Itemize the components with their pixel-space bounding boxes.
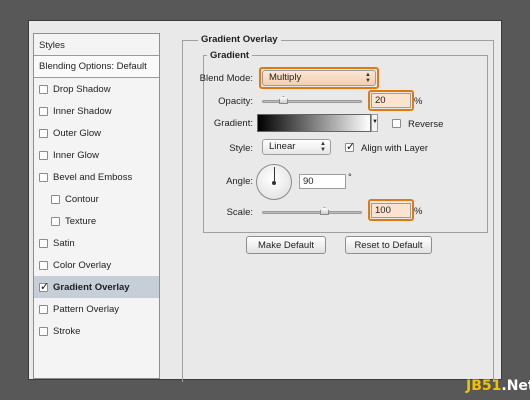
chevron-updown-icon: ▲ ▼ bbox=[320, 141, 326, 153]
style-checkbox[interactable] bbox=[39, 150, 48, 160]
style-item-label: Bevel and Emboss bbox=[53, 171, 133, 183]
chevron-updown-icon: ▲ ▼ bbox=[365, 72, 371, 84]
style-item-label: Outer Glow bbox=[53, 127, 102, 139]
style-item-label: Drop Shadow bbox=[53, 83, 111, 95]
opacity-slider[interactable] bbox=[262, 100, 362, 103]
style-item-label: Contour bbox=[65, 193, 99, 205]
style-item-outer-glow[interactable]: Outer Glow bbox=[34, 122, 159, 144]
styles-title[interactable]: Styles bbox=[34, 34, 159, 56]
opacity-label: Opacity: bbox=[218, 96, 253, 107]
watermark-logo: JB51.Net bbox=[466, 378, 530, 394]
style-item-label: Gradient Overlay bbox=[53, 281, 130, 293]
scale-slider[interactable] bbox=[262, 211, 362, 214]
style-value: Linear bbox=[269, 141, 296, 152]
align-with-layer-label: Align with Layer bbox=[361, 143, 429, 154]
chevron-down-icon[interactable]: ▼ bbox=[371, 114, 378, 132]
reverse-label: Reverse bbox=[408, 119, 444, 130]
style-item-texture[interactable]: Texture bbox=[34, 210, 159, 232]
watermark-prefix: JB51 bbox=[466, 378, 502, 394]
style-checkbox[interactable] bbox=[39, 106, 48, 116]
style-checkbox[interactable] bbox=[39, 84, 48, 94]
gradient-swatch[interactable] bbox=[257, 114, 371, 132]
style-checkbox[interactable] bbox=[39, 260, 48, 270]
style-list: Drop Shadow Inner Shadow Outer Glow Inner G… bbox=[34, 78, 159, 342]
align-with-layer-checkbox[interactable] bbox=[345, 140, 355, 153]
blend-mode-label: Blend Mode: bbox=[199, 73, 253, 84]
blending-options-item[interactable]: Blending Options: Default bbox=[34, 56, 159, 78]
subsection-title: Gradient bbox=[207, 50, 253, 61]
style-checkbox[interactable] bbox=[51, 216, 60, 226]
style-item-satin[interactable]: Satin bbox=[34, 232, 159, 254]
angle-label: Angle: bbox=[226, 176, 253, 187]
style-item-inner-glow[interactable]: Inner Glow bbox=[34, 144, 159, 166]
angle-input[interactable]: 90 bbox=[299, 174, 346, 189]
style-item-label: Texture bbox=[65, 215, 97, 227]
style-checkbox[interactable] bbox=[39, 238, 48, 248]
scale-unit: % bbox=[414, 206, 423, 217]
gradient-label: Gradient: bbox=[213, 118, 253, 129]
style-select[interactable]: Linear ▲ ▼ bbox=[262, 139, 331, 155]
style-item-contour[interactable]: Contour bbox=[34, 188, 159, 210]
style-checkbox[interactable] bbox=[39, 280, 49, 293]
scale-label: Scale: bbox=[226, 207, 253, 218]
style-item-drop-shadow[interactable]: Drop Shadow bbox=[34, 78, 159, 100]
style-label: Style: bbox=[229, 143, 253, 154]
reverse-checkbox[interactable] bbox=[392, 119, 401, 128]
style-item-stroke[interactable]: Stroke bbox=[34, 320, 159, 342]
make-default-button[interactable]: Make Default bbox=[246, 236, 326, 254]
style-item-label: Stroke bbox=[53, 325, 81, 337]
style-item-label: Color Overlay bbox=[53, 259, 112, 271]
style-item-label: Satin bbox=[53, 237, 75, 249]
style-checkbox[interactable] bbox=[39, 172, 48, 182]
blend-mode-select[interactable]: Multiply ▲ ▼ bbox=[262, 70, 376, 86]
scale-input[interactable]: 100 bbox=[371, 203, 411, 218]
style-item-gradient-overlay[interactable]: Gradient Overlay bbox=[34, 276, 159, 298]
style-item-label: Inner Shadow bbox=[53, 105, 112, 117]
angle-center-dot bbox=[272, 181, 276, 185]
angle-unit: ° bbox=[348, 172, 352, 183]
style-checkbox[interactable] bbox=[51, 194, 60, 204]
reset-to-default-button[interactable]: Reset to Default bbox=[345, 236, 432, 254]
angle-dial[interactable] bbox=[256, 164, 292, 200]
style-item-bevel-and-emboss[interactable]: Bevel and Emboss bbox=[34, 166, 159, 188]
style-checkbox[interactable] bbox=[39, 128, 48, 138]
style-item-label: Pattern Overlay bbox=[53, 303, 119, 315]
style-item-pattern-overlay[interactable]: Pattern Overlay bbox=[34, 298, 159, 320]
style-item-label: Inner Glow bbox=[53, 149, 99, 161]
style-item-inner-shadow[interactable]: Inner Shadow bbox=[34, 100, 159, 122]
watermark-suffix: .Net bbox=[501, 378, 530, 394]
section-title: Gradient Overlay bbox=[198, 34, 281, 45]
style-checkbox[interactable] bbox=[39, 304, 48, 314]
blend-mode-value: Multiply bbox=[269, 72, 302, 83]
style-item-color-overlay[interactable]: Color Overlay bbox=[34, 254, 159, 276]
style-checkbox[interactable] bbox=[39, 326, 48, 336]
opacity-input[interactable]: 20 bbox=[371, 93, 411, 108]
opacity-unit: % bbox=[414, 96, 423, 107]
styles-panel: Styles Blending Options: Default Drop Sh… bbox=[33, 33, 160, 379]
